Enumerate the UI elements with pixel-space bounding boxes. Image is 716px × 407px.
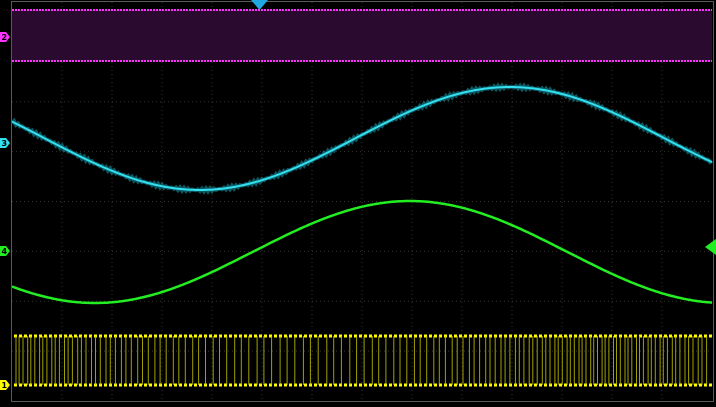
oscilloscope-screen: 2 3 4 1 <box>0 0 716 407</box>
trigger-position-icon[interactable] <box>251 0 268 10</box>
channel-2-marker[interactable]: 2 <box>0 32 10 42</box>
channel-4-waveform <box>11 199 713 305</box>
trigger-level-icon[interactable] <box>705 239 716 255</box>
waveform-display: 2 3 4 1 <box>0 0 716 402</box>
channel-3-label: 3 <box>2 139 8 148</box>
channel-2-waveform <box>12 9 712 62</box>
channel-2-label: 2 <box>2 33 8 42</box>
channel-1-waveform <box>14 334 712 387</box>
channel-3-marker[interactable]: 3 <box>0 138 10 148</box>
channel-4-label: 4 <box>2 247 8 256</box>
channel-1-marker[interactable]: 1 <box>0 380 10 390</box>
channel-4-marker[interactable]: 4 <box>0 246 10 256</box>
channel-1-label: 1 <box>2 381 8 390</box>
